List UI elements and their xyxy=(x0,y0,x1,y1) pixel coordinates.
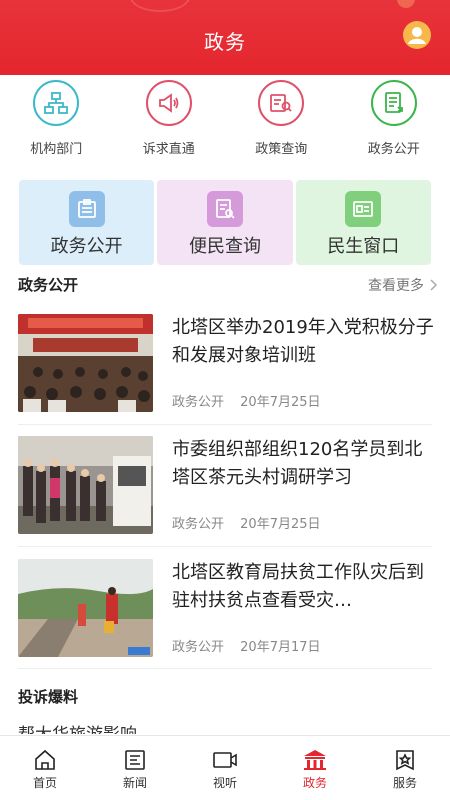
header-decoration xyxy=(130,0,190,12)
nav-service[interactable]: 服务 xyxy=(360,736,450,800)
government-icon xyxy=(304,750,326,770)
megaphone-icon xyxy=(145,80,192,126)
news-item[interactable]: 北塔区教育局扶贫工作队灾后到驻村扶贫点查看受灾… 政务公开 20年7月17日 xyxy=(18,559,432,659)
news-title: 北塔区教育局扶贫工作队灾后到驻村扶贫点查看受灾… xyxy=(172,562,424,611)
org-chart-icon xyxy=(33,80,80,126)
news-source: 政务公开 xyxy=(172,395,225,410)
divider xyxy=(18,668,432,669)
complaint-peek-text[interactable]: 帮大华旅游影响 xyxy=(18,720,137,734)
divider xyxy=(18,546,432,547)
document-icon xyxy=(370,80,417,126)
card-label: 民生窗口 xyxy=(327,236,400,257)
news-meta: 政务公开 20年7月17日 xyxy=(172,636,321,655)
news-source: 政务公开 xyxy=(172,517,225,532)
news-date: 20年7月17日 xyxy=(240,640,321,655)
card-livelihood-window[interactable]: 民生窗口 xyxy=(295,180,431,265)
news-title: 北塔区举办2019年入党积极分子和发展对象培训班 xyxy=(172,317,434,366)
news-meta: 政务公开 20年7月25日 xyxy=(172,513,321,532)
quick-access-row: 机构部门 诉求直通 政策查询 政务公开 xyxy=(0,78,450,160)
news-thumbnail xyxy=(18,436,153,534)
news-title: 市委组织部组织120名学员到北塔区茶元头村调研学习 xyxy=(172,439,423,488)
complaint-section-title: 投诉爆料 xyxy=(18,688,79,706)
user-profile-icon[interactable] xyxy=(402,20,432,50)
quick-label: 诉求直通 xyxy=(142,142,195,157)
section-title: 政务公开 xyxy=(18,276,79,294)
notice-board-icon xyxy=(68,191,105,227)
chevron-right-icon xyxy=(430,279,438,291)
page-title: 政务 xyxy=(204,30,246,54)
video-icon xyxy=(213,752,237,768)
top-header: 政务 xyxy=(0,0,450,75)
quick-policy-search[interactable]: 政策查询 xyxy=(225,78,338,160)
category-cards: 政务公开 便民查询 民生窗口 xyxy=(19,180,431,265)
search-doc-icon xyxy=(206,191,243,227)
view-more-label: 查看更多 xyxy=(368,278,424,294)
news-icon xyxy=(125,750,145,770)
home-icon xyxy=(35,749,55,770)
card-gov-open[interactable]: 政务公开 xyxy=(19,180,155,265)
quick-gov-open[interactable]: 政务公开 xyxy=(338,78,450,160)
news-thumbnail xyxy=(18,559,153,657)
section-header: 政务公开 查看更多 xyxy=(18,272,438,298)
divider xyxy=(18,424,432,425)
news-date: 20年7月25日 xyxy=(240,517,321,532)
id-card-icon xyxy=(345,191,382,227)
nav-label: 新闻 xyxy=(122,776,147,790)
card-label: 政务公开 xyxy=(50,236,123,257)
news-date: 20年7月25日 xyxy=(240,395,321,410)
card-convenience-query[interactable]: 便民查询 xyxy=(157,180,293,265)
news-source: 政务公开 xyxy=(172,640,225,655)
quick-label: 政策查询 xyxy=(255,142,308,157)
news-item[interactable]: 北塔区举办2019年入党积极分子和发展对象培训班 政务公开 20年7月25日 xyxy=(18,314,434,414)
nav-label: 视听 xyxy=(212,776,237,790)
policy-search-icon xyxy=(258,80,305,126)
news-thumbnail xyxy=(18,314,153,412)
nav-video[interactable]: 视听 xyxy=(180,736,270,800)
nav-label: 首页 xyxy=(32,776,57,790)
quick-label: 政务公开 xyxy=(367,142,420,157)
service-icon xyxy=(396,750,414,771)
bottom-nav: 首页 新闻 视听 政务 服务 xyxy=(0,735,450,800)
quick-appeal[interactable]: 诉求直通 xyxy=(113,78,226,160)
nav-government[interactable]: 政务 xyxy=(270,736,360,800)
quick-label: 机构部门 xyxy=(30,142,83,157)
news-meta: 政务公开 20年7月25日 xyxy=(172,391,321,410)
news-item[interactable]: 市委组织部组织120名学员到北塔区茶元头村调研学习 政务公开 20年7月25日 xyxy=(18,436,432,536)
card-label: 便民查询 xyxy=(188,236,261,257)
nav-home[interactable]: 首页 xyxy=(0,736,90,800)
nav-news[interactable]: 新闻 xyxy=(90,736,180,800)
quick-org-departments[interactable]: 机构部门 xyxy=(0,78,113,160)
nav-label: 服务 xyxy=(392,776,417,790)
view-more-link[interactable]: 查看更多 xyxy=(368,275,438,295)
header-decoration-dot xyxy=(397,0,415,8)
nav-label: 政务 xyxy=(302,776,327,790)
